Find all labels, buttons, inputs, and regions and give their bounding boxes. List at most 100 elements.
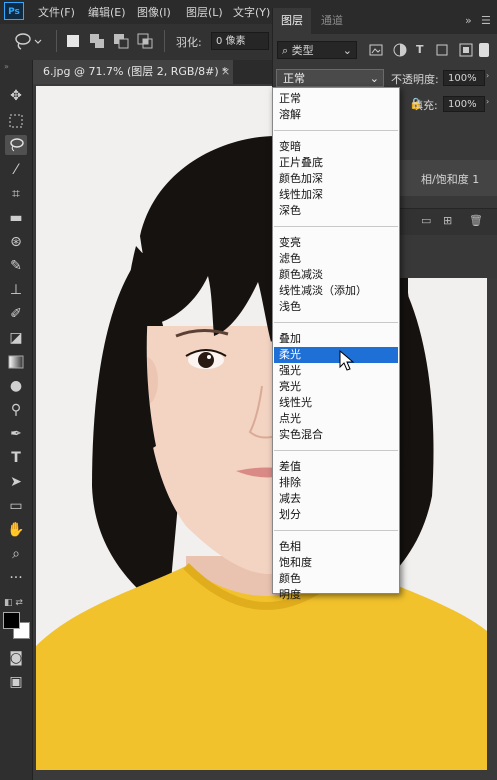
blend-option[interactable]: 溶解 <box>274 107 398 123</box>
screen-mode-icon[interactable]: ▣ <box>5 672 27 692</box>
blend-option[interactable]: 线性减淡（添加） <box>274 283 398 299</box>
delete-layer-icon[interactable]: 🗑 <box>469 214 483 227</box>
blend-option[interactable]: 排除 <box>274 475 398 491</box>
lasso-preset-icon[interactable] <box>14 32 42 50</box>
blend-mode-select[interactable]: 正常 ⌄ <box>276 69 384 87</box>
menu-separator <box>274 322 398 323</box>
move-icon[interactable]: ✥ <box>5 86 27 106</box>
document-tab-title: 6.jpg @ 71.7% (图层 2, RGB/8#) * <box>43 65 228 78</box>
blend-option[interactable]: 深色 <box>274 203 398 219</box>
brush-icon[interactable]: ✎ <box>5 256 27 276</box>
new-group-icon[interactable]: ▭ <box>421 214 431 227</box>
chevron-down-icon: ⌄ <box>342 44 352 57</box>
layer-name: 相/饱和度 1 <box>421 173 480 186</box>
rectangle-icon[interactable]: ▭ <box>5 496 27 516</box>
subtract-selection-icon[interactable] <box>112 32 130 50</box>
blend-option[interactable]: 颜色减淡 <box>274 267 398 283</box>
blend-mode-value: 正常 <box>283 72 305 85</box>
add-selection-icon[interactable] <box>88 32 106 50</box>
pen-icon[interactable]: ✒ <box>5 424 27 444</box>
document-tab[interactable]: 6.jpg @ 71.7% (图层 2, RGB/8#) * × <box>33 60 233 84</box>
blend-option[interactable]: 点光 <box>274 411 398 427</box>
blend-option[interactable]: 饱和度 <box>274 555 398 571</box>
blend-option[interactable]: 强光 <box>274 363 398 379</box>
blend-option[interactable]: 滤色 <box>274 251 398 267</box>
fill-input[interactable]: 100% <box>443 96 485 112</box>
blend-option[interactable]: 变暗 <box>274 139 398 155</box>
search-icon: ⌕ <box>282 44 289 57</box>
eraser-icon[interactable]: ◪ <box>5 328 27 348</box>
filter-shape-icon[interactable] <box>435 43 449 57</box>
menu-separator <box>274 130 398 131</box>
new-layer-icon[interactable]: ⊞ <box>443 214 452 227</box>
kind-filter-label: 类型 <box>291 44 314 57</box>
hand-icon[interactable]: ✋ <box>5 520 27 540</box>
blur-icon[interactable]: ● <box>5 376 27 396</box>
mouse-cursor-icon <box>339 349 355 375</box>
fill-label: 填充: <box>412 99 438 112</box>
blend-option[interactable]: 颜色 <box>274 571 398 587</box>
magic-wand-icon[interactable]: ⁄ <box>5 160 27 180</box>
blend-option[interactable]: 线性光 <box>274 395 398 411</box>
blend-option[interactable]: 颜色加深 <box>274 171 398 187</box>
menu-separator <box>274 226 398 227</box>
blend-mode-dropdown: 正常 溶解变暗 正片叠底 颜色加深 线性加深 深色变亮 滤色 颜色减淡 线性减淡（添加） 浅色叠加… <box>272 87 400 601</box>
opacity-chevron-icon[interactable]: › <box>486 71 489 80</box>
menu-layer[interactable]: 图层(L) <box>186 4 223 20</box>
blend-option[interactable]: 减去 <box>274 491 398 507</box>
feather-input[interactable]: 0 像素 <box>211 32 269 50</box>
panel-menu-icon[interactable]: ☰ <box>481 14 491 27</box>
menu-image[interactable]: 图像(I) <box>137 4 171 20</box>
gradient-icon[interactable] <box>5 352 27 372</box>
blend-option[interactable]: 划分 <box>274 507 398 523</box>
blend-option[interactable]: 变亮 <box>274 235 398 251</box>
blend-option[interactable]: 实色混合 <box>274 427 398 443</box>
chevron-down-icon: ⌄ <box>369 72 379 85</box>
panel-tabs: 图层 通道 » ☰ <box>273 8 497 34</box>
marquee-icon[interactable] <box>5 111 27 131</box>
filter-adjustment-icon[interactable] <box>393 43 407 57</box>
blend-option[interactable]: 浅色 <box>274 299 398 315</box>
blend-option[interactable]: 叠加 <box>274 331 398 347</box>
kind-filter-select[interactable]: ⌕ 类型 ⌄ <box>277 41 357 59</box>
menu-type[interactable]: 文字(Y) <box>233 4 270 20</box>
tab-channels[interactable]: 通道 <box>313 8 351 34</box>
intersect-selection-icon[interactable] <box>136 32 154 50</box>
opacity-input[interactable]: 100% <box>443 70 485 86</box>
path-select-icon[interactable]: ➤ <box>5 472 27 492</box>
collapse-arrows-icon[interactable]: » <box>4 62 9 71</box>
zoom-icon[interactable]: ⌕ <box>5 544 27 564</box>
dodge-icon[interactable]: ⚲ <box>5 400 27 420</box>
blend-option[interactable]: 亮光 <box>274 379 398 395</box>
history-brush-icon[interactable]: ✐ <box>5 304 27 324</box>
filter-toggle[interactable] <box>479 43 489 57</box>
tab-layers[interactable]: 图层 <box>273 8 311 34</box>
panel-more-icon[interactable]: » <box>465 14 472 27</box>
quick-mask-icon[interactable]: ◙ <box>5 648 27 668</box>
blend-option[interactable]: 正片叠底 <box>274 155 398 171</box>
menu-separator <box>274 530 398 531</box>
fill-chevron-icon[interactable]: › <box>486 97 489 106</box>
ruler-icon[interactable]: ▬ <box>5 208 27 228</box>
filter-type-icon[interactable]: T <box>416 43 430 57</box>
more-tools-icon[interactable]: ··· <box>5 568 27 588</box>
lasso-icon[interactable] <box>5 135 27 155</box>
blend-option[interactable]: 线性加深 <box>274 187 398 203</box>
default-colors-icon[interactable]: ◧ ⇄ <box>4 598 23 608</box>
filter-smart-object-icon[interactable] <box>459 43 473 57</box>
new-selection-icon[interactable] <box>64 32 82 50</box>
close-icon[interactable]: × <box>221 60 230 84</box>
blend-option[interactable]: 正常 <box>274 91 398 107</box>
blend-option[interactable]: 柔光 <box>274 347 398 363</box>
crop-icon[interactable]: ⌗ <box>5 184 27 204</box>
blend-option[interactable]: 差值 <box>274 459 398 475</box>
menu-file[interactable]: 文件(F) <box>38 4 75 20</box>
stamp-icon[interactable]: ⊥ <box>5 280 27 300</box>
patch-icon[interactable]: ⊛ <box>5 232 27 252</box>
blend-option[interactable]: 色相 <box>274 539 398 555</box>
blend-option[interactable]: 明度 <box>274 587 398 603</box>
type-icon[interactable]: T <box>5 448 27 468</box>
foreground-color-swatch[interactable] <box>3 612 20 629</box>
menu-edit[interactable]: 编辑(E) <box>88 4 126 20</box>
filter-image-icon[interactable] <box>369 43 383 57</box>
